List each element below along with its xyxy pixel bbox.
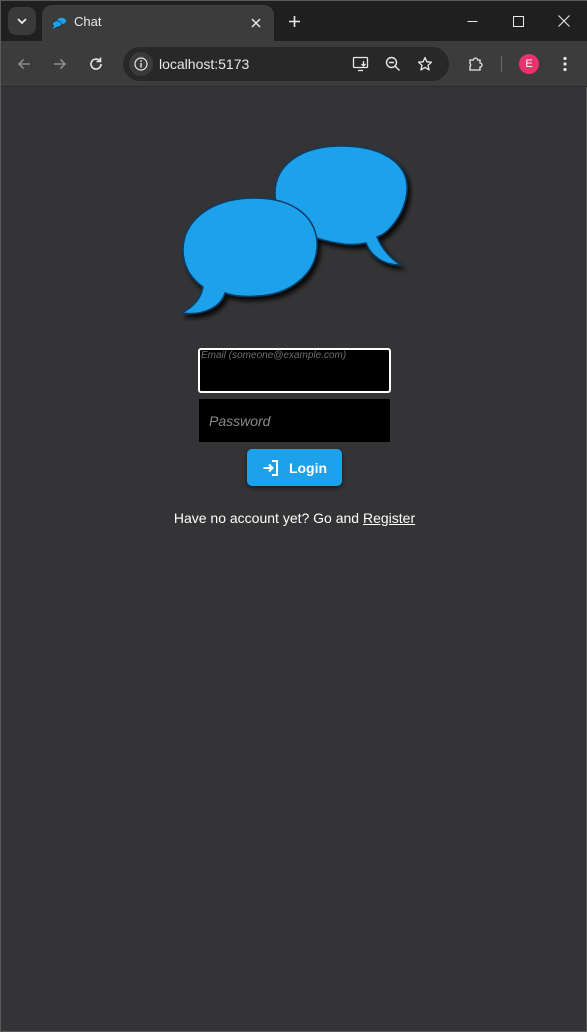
email-field-label: Email (someone@example.com) bbox=[201, 350, 347, 361]
register-prompt: Have no account yet? Go and Register bbox=[1, 510, 587, 526]
email-field[interactable]: Email (someone@example.com) bbox=[198, 348, 391, 393]
register-link[interactable]: Register bbox=[363, 510, 415, 526]
chat-bubbles-icon bbox=[52, 17, 66, 29]
tab-chat[interactable]: Chat bbox=[42, 5, 274, 41]
browser-menu-button[interactable] bbox=[550, 49, 580, 79]
maximize-button[interactable] bbox=[495, 7, 541, 35]
back-button[interactable] bbox=[9, 49, 39, 79]
kebab-menu-icon bbox=[563, 56, 567, 72]
tab-search-button[interactable] bbox=[8, 7, 36, 35]
bookmark-button[interactable] bbox=[415, 54, 435, 74]
forward-button[interactable] bbox=[45, 49, 75, 79]
login-button[interactable]: Login bbox=[247, 449, 342, 486]
install-app-button[interactable] bbox=[351, 54, 371, 74]
plus-icon bbox=[288, 15, 300, 27]
register-prompt-text: Have no account yet? Go and bbox=[173, 510, 363, 526]
url-text: localhost:5173 bbox=[159, 56, 250, 72]
address-bar[interactable]: localhost:5173 bbox=[123, 47, 449, 81]
minimize-icon bbox=[467, 20, 477, 22]
star-icon bbox=[417, 56, 433, 71]
login-icon bbox=[263, 459, 278, 476]
close-icon bbox=[558, 15, 570, 27]
browser-toolbar: localhost:5173 bbox=[1, 41, 587, 87]
zoom-out-icon bbox=[385, 56, 400, 71]
tab-strip: Chat bbox=[1, 1, 587, 41]
puzzle-icon bbox=[469, 57, 483, 71]
tab-title: Chat bbox=[74, 14, 102, 29]
zoom-button[interactable] bbox=[383, 54, 403, 74]
close-window-button[interactable] bbox=[541, 7, 587, 35]
close-icon bbox=[251, 18, 261, 28]
reload-button[interactable] bbox=[81, 49, 111, 79]
site-info-button[interactable] bbox=[129, 52, 153, 76]
browser-window: Chat localhost:5173 E Email (someone@exa… bbox=[0, 0, 587, 1032]
info-icon bbox=[134, 57, 148, 71]
minimize-button[interactable] bbox=[449, 7, 495, 35]
maximize-icon bbox=[512, 15, 524, 27]
chevron-down-icon bbox=[17, 18, 27, 25]
reload-icon bbox=[90, 57, 102, 70]
toolbar-divider bbox=[501, 56, 502, 72]
profile-avatar[interactable]: E bbox=[519, 54, 539, 74]
extensions-button[interactable] bbox=[461, 49, 491, 79]
login-button-label: Login bbox=[288, 459, 328, 476]
chat-bubbles-logo bbox=[179, 145, 408, 315]
tab-close-button[interactable] bbox=[246, 13, 266, 33]
email-input[interactable] bbox=[204, 364, 386, 390]
install-app-icon bbox=[352, 56, 369, 72]
arrow-right-icon bbox=[54, 58, 67, 70]
password-input[interactable] bbox=[199, 399, 390, 442]
new-tab-button[interactable] bbox=[283, 10, 305, 32]
arrow-left-icon bbox=[17, 58, 30, 70]
